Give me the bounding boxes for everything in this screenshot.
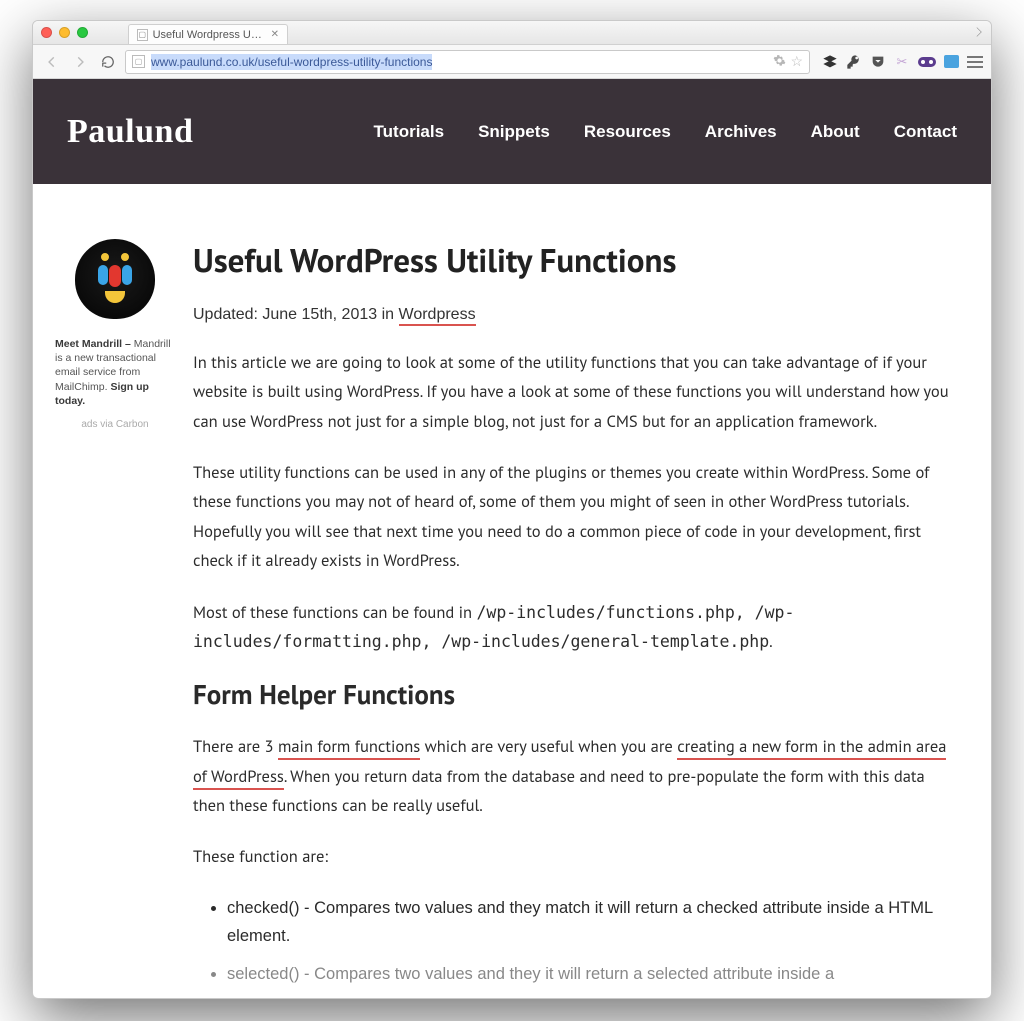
scissors-extension-icon[interactable]: ✂	[894, 54, 910, 70]
browser-toolbar: ▢ www.paulund.co.uk/useful-wordpress-uti…	[33, 45, 991, 79]
key-extension-icon[interactable]	[846, 54, 862, 70]
nav-resources[interactable]: Resources	[584, 122, 671, 142]
settings-gear-icon[interactable]	[772, 54, 786, 70]
article-title: Useful WordPress Utility Functions	[193, 239, 961, 282]
article-meta: Updated: June 15th, 2013 in Wordpress	[193, 306, 961, 324]
window-titlebar: ▢ Useful Wordpress Utility Fu ✕	[33, 21, 991, 45]
back-button[interactable]	[41, 51, 63, 73]
nav-archives[interactable]: Archives	[705, 122, 777, 142]
ad-headline: Meet Mandrill –	[55, 338, 134, 350]
tab-strip: ▢ Useful Wordpress Utility Fu ✕	[128, 21, 288, 44]
nav-tutorials[interactable]: Tutorials	[374, 122, 445, 142]
menu-button[interactable]	[967, 56, 983, 68]
tab-close-icon[interactable]: ✕	[271, 29, 279, 40]
url-path: /useful-wordpress-utility-functions	[254, 54, 432, 70]
paragraph-list-lead: These function are:	[193, 842, 961, 871]
reload-button[interactable]	[97, 51, 119, 73]
forward-button[interactable]	[69, 51, 91, 73]
ad-sidebar: Meet Mandrill – Mandrill is a new transa…	[55, 239, 175, 998]
extension-icons: ✂	[822, 54, 983, 70]
mask-extension-icon[interactable]	[918, 57, 936, 67]
meta-updated: Updated: June 15th, 2013 in	[193, 306, 399, 323]
nav-about[interactable]: About	[811, 122, 860, 142]
browser-window: ▢ Useful Wordpress Utility Fu ✕ ▢ www.pa…	[32, 20, 992, 999]
fullscreen-icon[interactable]	[972, 27, 981, 36]
link-main-form-functions[interactable]: main form functions	[278, 735, 420, 760]
url-text: www.paulund.co.uk/useful-wordpress-utili…	[151, 54, 766, 70]
paragraph-paths: Most of these functions can be found in …	[193, 598, 961, 657]
browser-tab[interactable]: ▢ Useful Wordpress Utility Fu ✕	[128, 24, 288, 44]
buffer-extension-icon[interactable]	[822, 54, 838, 70]
ad-image[interactable]	[75, 239, 155, 319]
zoom-window-button[interactable]	[77, 27, 88, 38]
close-window-button[interactable]	[41, 27, 52, 38]
ad-copy[interactable]: Meet Mandrill – Mandrill is a new transa…	[55, 337, 175, 408]
site-header: Paulund Tutorials Snippets Resources Arc…	[33, 79, 991, 184]
page-body: Meet Mandrill – Mandrill is a new transa…	[33, 184, 991, 998]
tab-favicon: ▢	[137, 29, 148, 41]
pocket-extension-icon[interactable]	[870, 54, 886, 70]
tab-title: Useful Wordpress Utility Fu	[153, 29, 263, 41]
mandrill-logo	[96, 257, 134, 301]
section-heading-form-helpers: Form Helper Functions	[193, 678, 961, 712]
minimize-window-button[interactable]	[59, 27, 70, 38]
url-domain: www.paulund.co.uk	[151, 54, 254, 70]
paragraph-usage: These utility functions can be used in a…	[193, 458, 961, 575]
list-item-checked: checked() - Compares two values and they…	[227, 894, 961, 950]
function-list: checked() - Compares two values and they…	[227, 894, 961, 988]
paragraph-form-intro: There are 3 main form functions which ar…	[193, 732, 961, 820]
nav-contact[interactable]: Contact	[894, 122, 957, 142]
primary-nav: Tutorials Snippets Resources Archives Ab…	[374, 122, 957, 142]
ad-attribution[interactable]: ads via Carbon	[55, 418, 175, 432]
picture-extension-icon[interactable]	[944, 55, 959, 68]
bookmark-star-icon[interactable]: ☆	[790, 53, 803, 70]
omnibox-right-icons: ☆	[772, 53, 803, 70]
category-link[interactable]: Wordpress	[399, 306, 476, 326]
list-item-selected-cutoff: selected() - Compares two values and the…	[227, 960, 961, 988]
paragraph-intro: In this article we are going to look at …	[193, 348, 961, 436]
site-favicon: ▢	[132, 55, 145, 68]
nav-snippets[interactable]: Snippets	[478, 122, 550, 142]
site-logo[interactable]: Paulund	[67, 113, 193, 151]
traffic-lights	[41, 27, 88, 38]
article: Useful WordPress Utility Functions Updat…	[193, 239, 961, 998]
address-bar[interactable]: ▢ www.paulund.co.uk/useful-wordpress-uti…	[125, 50, 810, 74]
